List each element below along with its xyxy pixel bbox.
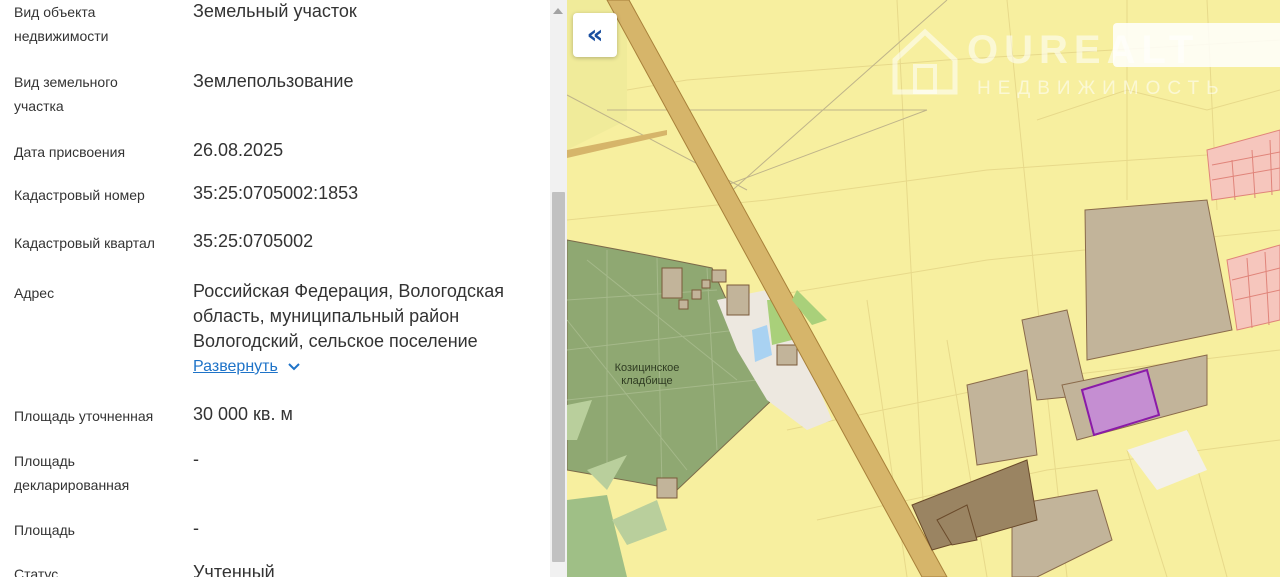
greenery [567,495,627,577]
field-label: Площадь уточненная [14,408,154,424]
field-label: Площадь декларированная [14,453,130,493]
expand-link-label: Развернуть [193,358,278,375]
field-label: Адрес [14,285,55,301]
field-value: - [193,518,199,538]
field-value: - [193,449,199,469]
field-label: Площадь [14,522,75,538]
field-value: Учтенный [193,562,275,577]
field-value: 30 000 кв. м [193,404,293,424]
double-chevron-left-icon[interactable]: « [573,13,617,57]
field-value: 26.08.2025 [193,140,284,160]
map-search-box[interactable] [1113,23,1280,67]
scrollbar-thumb[interactable] [552,192,565,562]
field-label: Кадастровый номер [14,187,145,203]
empty-lot [1127,430,1207,490]
field-label: Статус [14,566,59,577]
field-label: Вид земельного участка [14,74,118,114]
field-value: 35:25:0705002 [193,231,314,251]
panel-scrollbar[interactable] [550,0,567,577]
map-canvas[interactable] [567,0,1280,577]
field-value: 35:25:0705002:1853 [193,183,359,203]
chevron-down-icon [288,359,300,374]
cemetery-label: Козицинское кладбище [614,362,680,387]
field-label: Кадастровый квартал [14,235,155,251]
field-value: Земельный участок [193,1,357,21]
cadastral-map[interactable]: « OUREALT НЕДВИЖИМОСТЬ Козицинское кладб… [567,0,1280,577]
greenery [612,500,667,545]
field-value: Землепользование [193,71,354,91]
address-value: Российская Федерация, Вологодская област… [193,281,504,351]
field-label: Вид объекта недвижимости [14,4,109,44]
expand-address-link[interactable]: Развернуть [193,358,300,376]
field-label: Дата присвоения [14,144,126,160]
property-info-panel: Вид объекта недвижимости Земельный участ… [0,0,550,577]
scroll-up-arrow-icon[interactable] [553,8,563,14]
